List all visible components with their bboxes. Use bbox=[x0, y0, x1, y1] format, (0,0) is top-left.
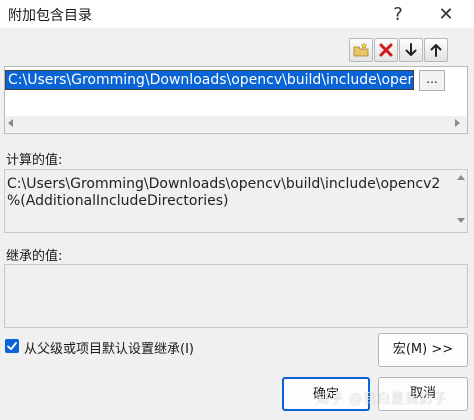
scroll-up-icon[interactable] bbox=[457, 175, 465, 180]
arrow-down-icon bbox=[405, 43, 417, 56]
checkmark-icon bbox=[7, 342, 17, 351]
help-button[interactable]: ? bbox=[378, 0, 418, 28]
inherit-checkbox-label[interactable]: 从父级或项目默认设置继承(I) bbox=[24, 338, 194, 357]
new-line-button[interactable] bbox=[349, 38, 373, 62]
close-button[interactable]: ✕ bbox=[426, 0, 466, 28]
directory-edit-field[interactable]: C:\Users\Gromming\Downloads\opencv\build… bbox=[5, 70, 414, 90]
evaluated-value-label: 计算的值: bbox=[6, 153, 63, 168]
inherit-checkbox[interactable] bbox=[5, 339, 19, 353]
move-up-button[interactable] bbox=[424, 38, 448, 62]
delete-button[interactable] bbox=[374, 38, 398, 62]
evaluated-value-line: C:\Users\Gromming\Downloads\opencv\build… bbox=[7, 176, 441, 192]
macro-button[interactable]: 宏(M) >> bbox=[378, 333, 468, 367]
scroll-right-icon[interactable] bbox=[455, 119, 460, 127]
dialog-title: 附加包含目录 bbox=[8, 8, 92, 24]
inherited-value-box bbox=[4, 264, 468, 328]
arrow-up-icon bbox=[430, 44, 442, 57]
scroll-left-icon[interactable] bbox=[8, 119, 13, 127]
watermark: 知乎 @我白是我奶子 bbox=[316, 392, 448, 407]
scroll-down-icon[interactable] bbox=[457, 218, 465, 223]
folder-star-icon bbox=[353, 42, 369, 57]
browse-button[interactable]: ... bbox=[419, 70, 445, 91]
horizontal-scrollbar[interactable] bbox=[5, 116, 467, 132]
evaluated-value-line: %(AdditionalIncludeDirectories) bbox=[7, 193, 229, 209]
delete-x-icon bbox=[379, 43, 393, 57]
inherited-value-label: 继承的值: bbox=[6, 249, 63, 264]
move-down-button[interactable] bbox=[399, 38, 423, 62]
